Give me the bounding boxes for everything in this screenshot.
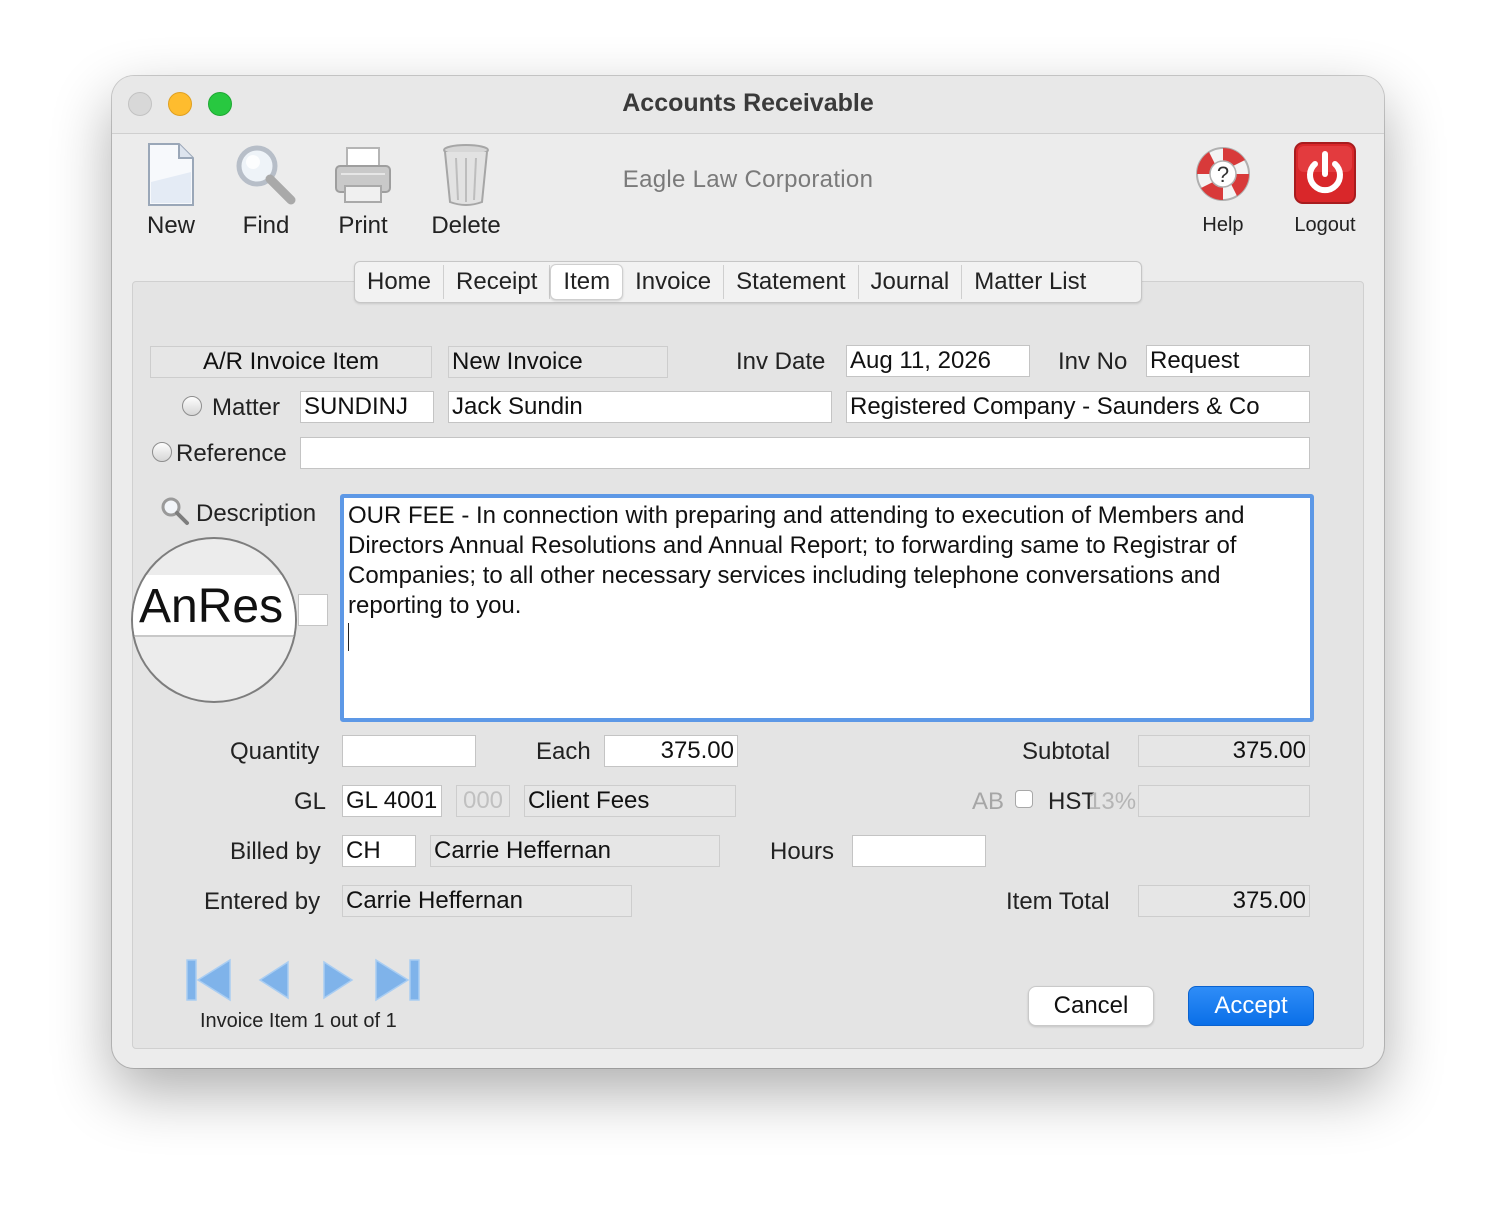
each-input[interactable]: 375.00 [604, 735, 738, 767]
matter-client-field: Jack Sundin [448, 391, 832, 423]
reference-input[interactable] [300, 437, 1310, 469]
description-lookup-icon[interactable] [160, 496, 190, 526]
lifebuoy-help-icon: ? [1196, 147, 1250, 201]
invoice-status-field: New Invoice [448, 346, 668, 378]
hst-checkbox[interactable] [1015, 790, 1033, 808]
entered-by-label: Entered by [204, 888, 321, 915]
description-code-input[interactable] [298, 594, 328, 626]
hst-amount-field [1138, 785, 1310, 817]
each-label: Each [536, 738, 591, 765]
help-label: Help [1202, 214, 1244, 236]
zoomed-code-text: AnRes [139, 580, 284, 633]
hst-rate-label: 13% [1088, 788, 1137, 815]
billed-by-name-field: Carrie Heffernan [430, 835, 720, 867]
window-title: Accounts Receivable [622, 89, 874, 117]
billed-by-label: Billed by [230, 838, 321, 865]
reference-label: Reference [176, 440, 287, 467]
accounts-receivable-window: Accounts Receivable New Find Print Delet… [112, 76, 1384, 1068]
ab-label: AB [972, 788, 1005, 815]
tab-home[interactable]: Home [355, 265, 445, 299]
last-record-icon[interactable] [374, 956, 422, 1004]
tab-invoice[interactable]: Invoice [623, 265, 725, 299]
entered-by-field: Carrie Heffernan [342, 885, 632, 917]
inv-date-label: Inv Date [736, 348, 826, 375]
gl-sub-account-field: 000 [456, 785, 510, 817]
quantity-input[interactable] [342, 735, 476, 767]
cancel-button[interactable]: Cancel [1028, 986, 1154, 1026]
new-document-icon [148, 143, 194, 206]
item-total-field: 375.00 [1138, 885, 1310, 917]
tab-receipt[interactable]: Receipt [444, 265, 551, 299]
text-cursor [348, 623, 349, 651]
find-button[interactable]: Find [230, 142, 302, 240]
reference-radio[interactable] [152, 442, 172, 462]
matter-description-field: Registered Company - Saunders & Co [846, 391, 1310, 423]
matter-code-input[interactable]: SUNDINJ [300, 391, 434, 423]
tab-statement[interactable]: Statement [724, 265, 859, 299]
inv-no-input[interactable]: Request [1146, 345, 1310, 377]
logout-label: Logout [1294, 214, 1356, 236]
help-button[interactable]: ? Help [1190, 144, 1256, 237]
zoom-loupe: AnRes [131, 537, 297, 703]
subtotal-label: Subtotal [1022, 738, 1111, 765]
inv-no-label: Inv No [1058, 348, 1128, 375]
description-text: OUR FEE - In connection with preparing a… [348, 502, 1245, 619]
accept-button[interactable]: Accept [1188, 986, 1314, 1026]
hours-label: Hours [770, 838, 835, 865]
power-icon [1294, 142, 1356, 204]
next-record-icon[interactable] [312, 956, 360, 1004]
tab-journal[interactable]: Journal [859, 265, 963, 299]
new-button[interactable]: New [138, 142, 204, 240]
logout-button[interactable]: Logout [1286, 142, 1364, 237]
tab-item[interactable]: Item [550, 264, 624, 300]
tab-bar: Home Receipt Item Invoice Statement Jour… [354, 261, 1142, 303]
printer-icon [335, 147, 391, 203]
new-label: New [146, 212, 195, 239]
title-bar: Accounts Receivable [112, 76, 1384, 134]
matter-label: Matter [212, 394, 281, 421]
gl-account-input[interactable]: GL 4001 [342, 785, 442, 817]
tab-matter-list[interactable]: Matter List [962, 265, 1098, 299]
inv-date-input[interactable]: Aug 11, 2026 [846, 345, 1030, 377]
billed-by-code-input[interactable]: CH [342, 835, 416, 867]
print-button[interactable]: Print [330, 142, 396, 240]
print-label: Print [338, 212, 388, 239]
trash-can-icon [443, 144, 489, 206]
magnifying-glass-icon [236, 145, 296, 205]
company-name: Eagle Law Corporation [622, 166, 874, 193]
record-position-text: Invoice Item 1 out of 1 [200, 1010, 397, 1032]
hours-input[interactable] [852, 835, 986, 867]
previous-record-icon[interactable] [252, 956, 300, 1004]
subtotal-field: 375.00 [1138, 735, 1310, 767]
form-title-field: A/R Invoice Item [150, 346, 432, 378]
first-record-icon[interactable] [184, 956, 232, 1004]
svg-text:?: ? [1217, 162, 1229, 187]
find-label: Find [242, 212, 290, 239]
description-textarea[interactable]: OUR FEE - In connection with preparing a… [340, 494, 1314, 722]
item-total-label: Item Total [1006, 888, 1110, 915]
gl-label: GL [294, 788, 327, 815]
delete-button[interactable]: Delete [426, 142, 506, 240]
delete-label: Delete [431, 212, 501, 239]
quantity-label: Quantity [230, 738, 320, 765]
matter-radio[interactable] [182, 396, 202, 416]
gl-account-name-field: Client Fees [524, 785, 736, 817]
description-label: Description [196, 500, 317, 527]
